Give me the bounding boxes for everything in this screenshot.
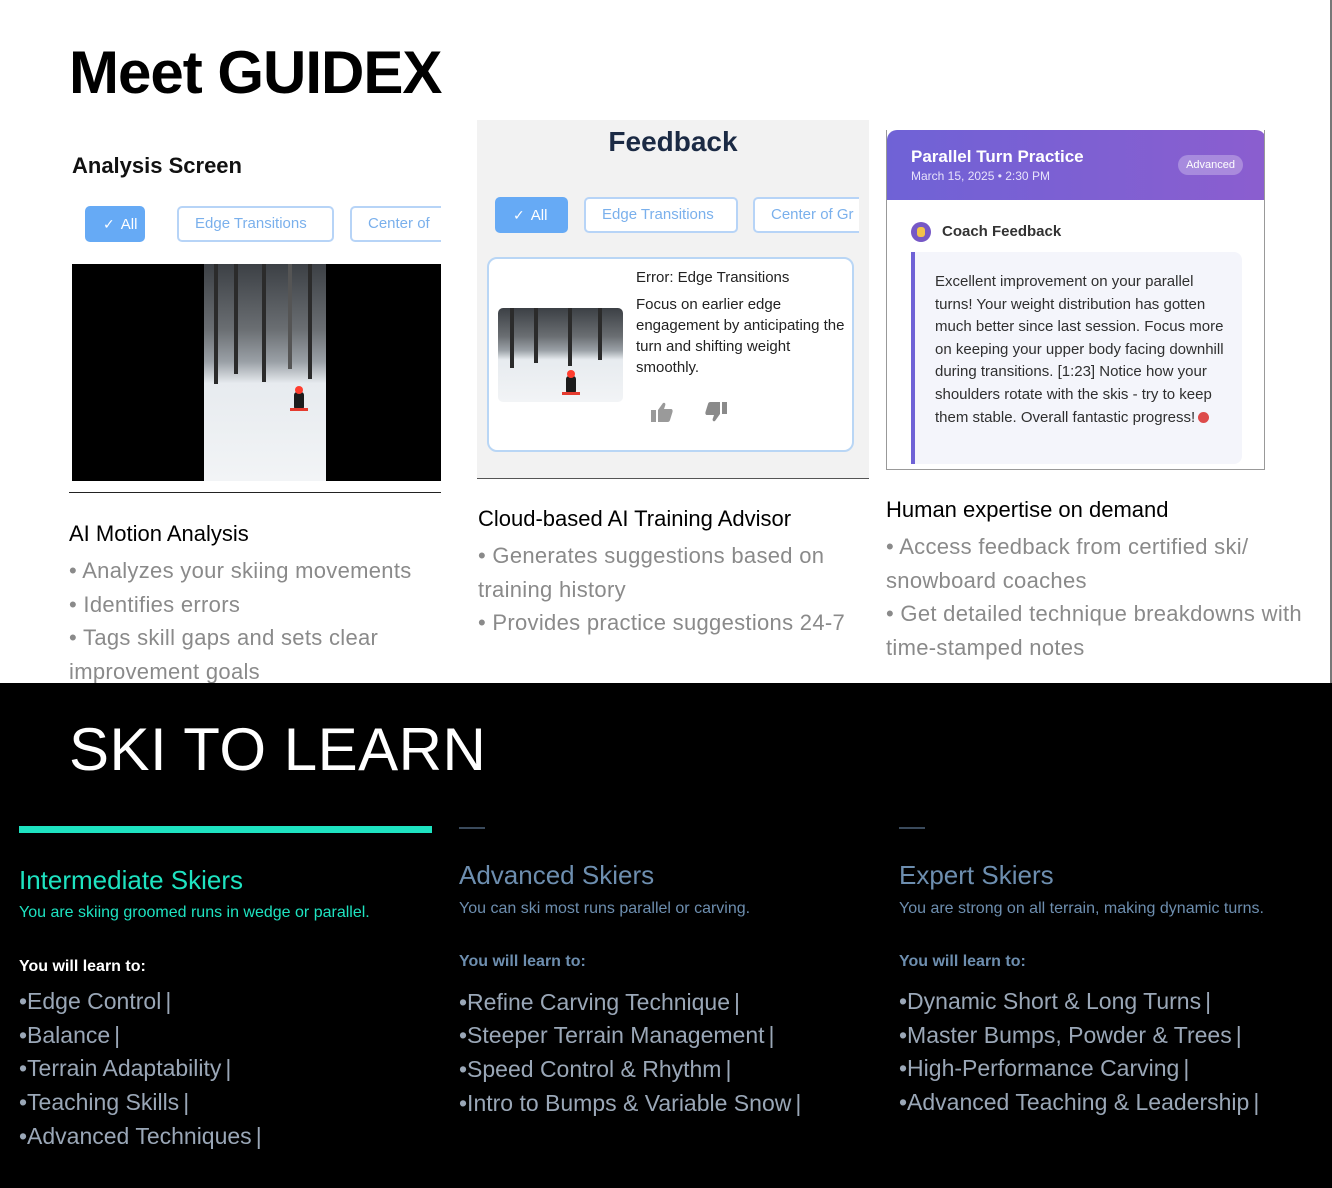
tab-intermediate[interactable]: Intermediate Skiers bbox=[19, 865, 243, 896]
skill-item: •Balance | bbox=[19, 1022, 121, 1048]
learn-label: You will learn to: bbox=[19, 958, 146, 975]
level-subtitle: You can ski most runs parallel or carvin… bbox=[459, 900, 751, 917]
skill-item: •Edge Control | bbox=[19, 988, 172, 1014]
error-title: Error: Edge Transitions bbox=[636, 269, 790, 286]
session-title: Parallel Turn Practice bbox=[911, 147, 1084, 166]
session-header: Parallel Turn Practice March 15, 2025 • … bbox=[887, 130, 1264, 200]
filter-all-chip[interactable]: ✓ All bbox=[85, 206, 145, 242]
check-icon: ✓ bbox=[103, 216, 115, 232]
feature-heading-advisor: Cloud-based AI Training Advisor bbox=[478, 506, 792, 531]
ski-to-learn-section: SKI TO LEARN Intermediate Skiers You are… bbox=[0, 683, 1332, 1188]
page-title: Meet GUIDEX bbox=[69, 39, 442, 106]
tab-expert[interactable]: Expert Skiers bbox=[899, 860, 1054, 891]
skill-item: •Terrain Adaptability | bbox=[19, 1055, 232, 1081]
skill-item: •Intro to Bumps & Variable Snow | bbox=[459, 1090, 802, 1116]
error-thumbnail[interactable] bbox=[498, 308, 623, 402]
learn-label: You will learn to: bbox=[459, 953, 586, 970]
section-title: SKI TO LEARN bbox=[69, 716, 487, 783]
feedback-screenshot: Feedback ✓ All Edge Transitions Center of… bbox=[477, 120, 869, 479]
skill-item: •Steeper Terrain Management | bbox=[459, 1022, 775, 1048]
feature-heading-motion: AI Motion Analysis bbox=[69, 521, 249, 546]
feature-heading-human: Human expertise on demand bbox=[886, 497, 1169, 522]
feedback-title: Feedback bbox=[608, 126, 738, 157]
level-tab-indicator-active bbox=[19, 826, 432, 833]
coach-avatar-icon bbox=[911, 222, 931, 242]
divider bbox=[69, 492, 441, 493]
skill-item: •Dynamic Short & Long Turns | bbox=[899, 988, 1212, 1014]
error-card[interactable]: Error: Edge Transitions Focus on earlier… bbox=[487, 257, 854, 452]
filter-edge-transitions-chip[interactable]: Edge Transitions bbox=[584, 197, 738, 233]
skill-item: •Advanced Techniques | bbox=[19, 1123, 262, 1149]
skill-item: •High-Performance Carving | bbox=[899, 1055, 1190, 1081]
skill-item: •Advanced Teaching & Leadership | bbox=[899, 1089, 1260, 1115]
skill-item: •Refine Carving Technique | bbox=[459, 989, 740, 1015]
thumbs-down-icon[interactable] bbox=[705, 402, 727, 428]
coach-feedback-screenshot: Parallel Turn Practice March 15, 2025 • … bbox=[886, 130, 1265, 470]
skier-figure bbox=[562, 370, 580, 395]
coach-feedback-text: Excellent improvement on your parallel t… bbox=[935, 273, 1224, 426]
filter-all-chip[interactable]: ✓ All bbox=[495, 197, 568, 233]
skier-figure bbox=[290, 386, 308, 411]
tab-advanced[interactable]: Advanced Skiers bbox=[459, 860, 654, 891]
filter-edge-transitions-chip[interactable]: Edge Transitions bbox=[177, 206, 334, 242]
check-icon: ✓ bbox=[513, 207, 525, 223]
emoji-icon bbox=[1198, 411, 1210, 423]
feature-bullets-human: • Access feedback from certified ski/ sn… bbox=[886, 534, 1302, 660]
feature-bullets-advisor: • Generates suggestions based on trainin… bbox=[478, 543, 846, 636]
level-subtitle: You are skiing groomed runs in wedge or … bbox=[19, 904, 370, 921]
coach-feedback-box: Excellent improvement on your parallel t… bbox=[911, 252, 1242, 464]
level-tab-indicator bbox=[459, 827, 485, 829]
skill-item: •Teaching Skills | bbox=[19, 1089, 190, 1115]
coach-label: Coach Feedback bbox=[942, 223, 1062, 240]
skill-item: •Master Bumps, Powder & Trees | bbox=[899, 1022, 1242, 1048]
thumbs-up-icon[interactable] bbox=[651, 402, 673, 428]
error-text: Focus on earlier edge engagement by anti… bbox=[636, 296, 845, 376]
filter-center-chip[interactable]: Center of Gr bbox=[753, 197, 859, 233]
level-subtitle: You are strong on all terrain, making dy… bbox=[899, 900, 1264, 917]
level-badge: Advanced bbox=[1178, 155, 1243, 175]
skill-item: •Speed Control & Rhythm | bbox=[459, 1056, 732, 1082]
features-section: Meet GUIDEX Analysis Screen ✓ All Edge Tr… bbox=[0, 0, 1332, 683]
feature-bullets-motion: • Analyzes your skiing movements • Ident… bbox=[69, 558, 412, 683]
session-date: March 15, 2025 • 2:30 PM bbox=[911, 169, 1050, 183]
video-frame bbox=[204, 264, 326, 481]
motion-video[interactable] bbox=[72, 264, 441, 481]
level-tab-indicator bbox=[899, 827, 925, 829]
analysis-screen-title: Analysis Screen bbox=[72, 153, 242, 178]
filter-center-chip[interactable]: Center of bbox=[350, 206, 441, 242]
learn-label: You will learn to: bbox=[899, 953, 1026, 970]
